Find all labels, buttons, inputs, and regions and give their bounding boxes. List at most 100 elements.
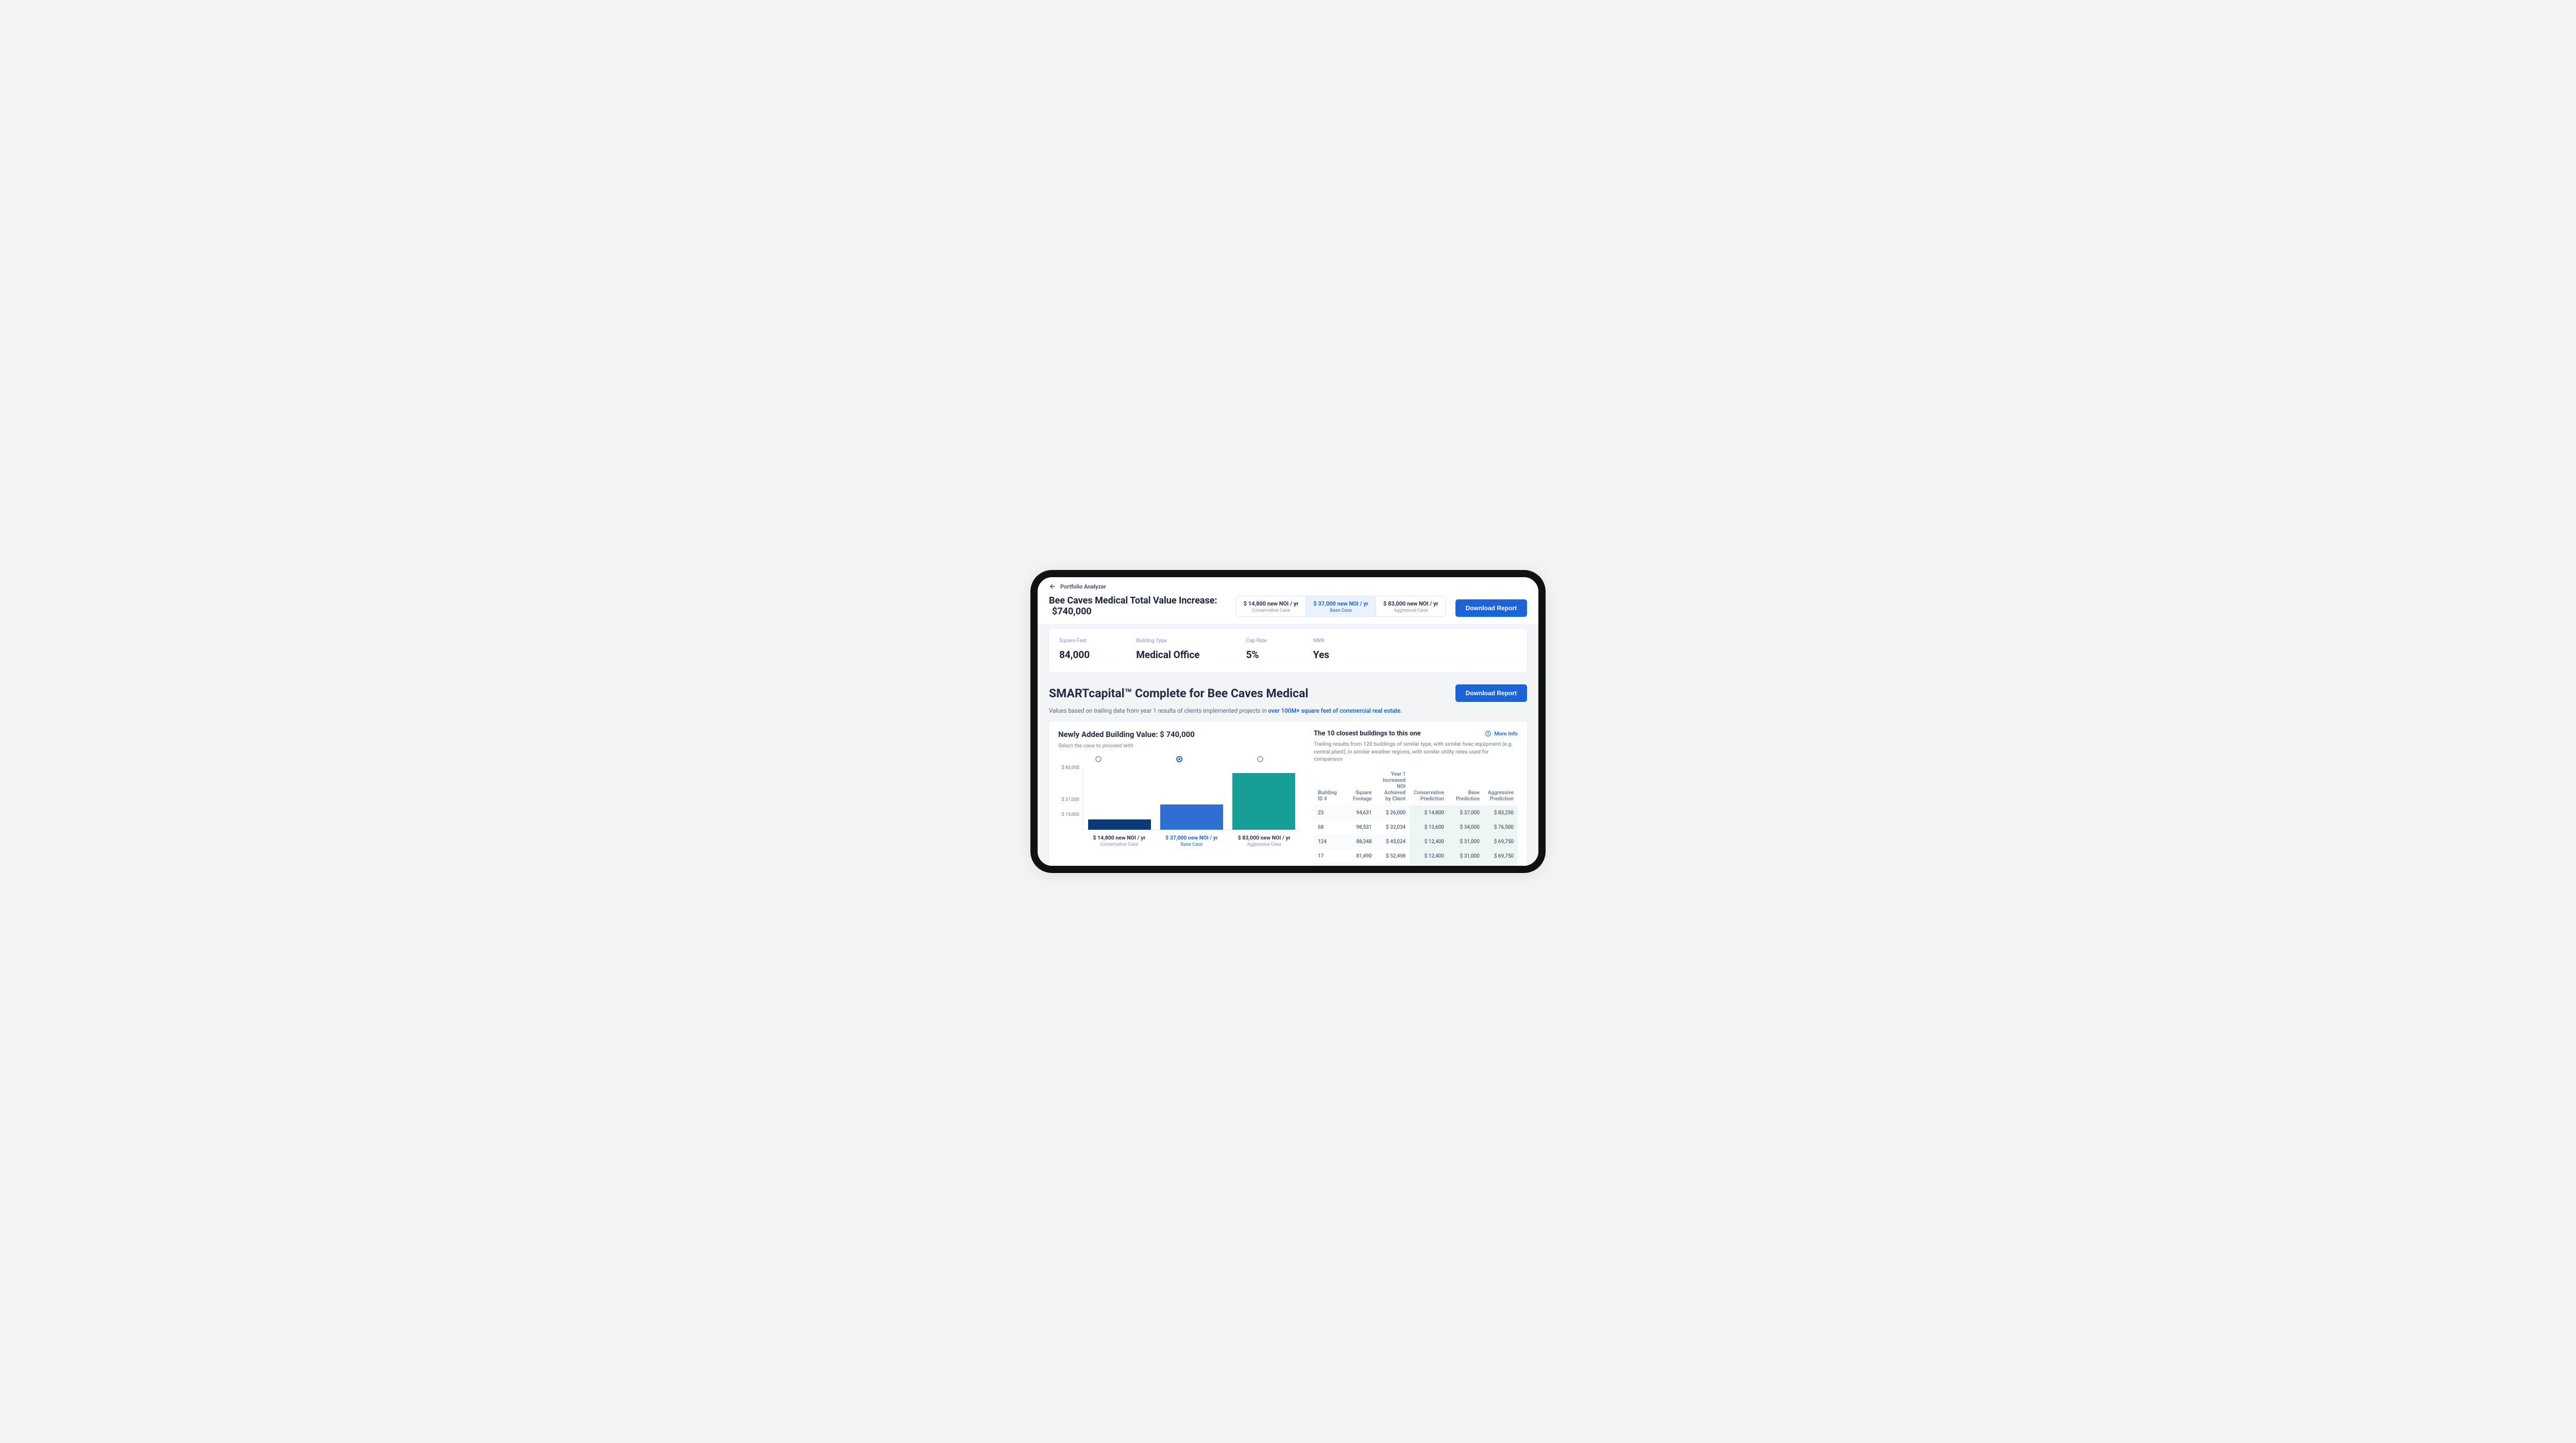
case-label: Aggressive Case xyxy=(1383,608,1438,613)
info-icon xyxy=(1485,730,1492,737)
table-cell: 68 xyxy=(1314,820,1344,835)
subline-text: Values based on trailing data from year … xyxy=(1049,707,1268,714)
table-cell: $ 83,250 xyxy=(1484,806,1518,820)
table-cell: $ 34,000 xyxy=(1448,820,1484,835)
x-label: Base Case xyxy=(1156,842,1228,847)
chart-bar-0[interactable] xyxy=(1088,819,1151,830)
table-row: 1781,490$ 52,498$ 12,400$ 31,000$ 69,750 xyxy=(1314,849,1518,864)
table-cell: $ 14,800 xyxy=(1410,806,1448,820)
case-radio-1[interactable] xyxy=(1176,756,1182,762)
table-panel: The 10 closest buildings to this one Mor… xyxy=(1314,730,1518,866)
case-label: Base Case xyxy=(1313,608,1368,613)
x-label: Aggressive Case xyxy=(1228,842,1300,847)
table-cell: $ 69,750 xyxy=(1484,849,1518,864)
table-cell: 81,490 xyxy=(1344,849,1376,864)
case-radio-2[interactable] xyxy=(1257,756,1263,762)
radio-cell xyxy=(1139,756,1220,762)
more-info-link[interactable]: More Info xyxy=(1485,730,1518,737)
subline-link[interactable]: over 100M+ square feet of commercial rea… xyxy=(1268,707,1402,714)
case-noi: $ 37,000 new NOI / yr xyxy=(1313,600,1368,607)
col-header: AggressivePrediction xyxy=(1484,768,1518,806)
app-root: Portfolio Analyzer Bee Caves Medical Tot… xyxy=(1038,577,1538,866)
table-cell: $ 52,498 xyxy=(1376,849,1410,864)
case-tab-0[interactable]: $ 14,800 new NOI / yrConservative Case xyxy=(1236,596,1306,616)
fact-value: Yes xyxy=(1313,649,1329,661)
table-cell: $ 12,400 xyxy=(1410,849,1448,864)
table-cell: 98,531 xyxy=(1344,820,1376,835)
table-row: 2394,631$ 26,000$ 14,800$ 37,000$ 83,250 xyxy=(1314,806,1518,820)
table-header-row: The 10 closest buildings to this one Mor… xyxy=(1314,730,1518,737)
x-category-1[interactable]: $ 37,000 new NOI / yrBase Case xyxy=(1156,834,1228,847)
table-cell: $ 37,000 xyxy=(1448,806,1484,820)
fact-value: Medical Office xyxy=(1136,649,1199,661)
x-category-2[interactable]: $ 83,000 new NOI / yrAggressive Case xyxy=(1228,834,1300,847)
y-tick: $ 15,000 xyxy=(1062,812,1079,817)
section-subline: Values based on trailing data from year … xyxy=(1049,707,1527,714)
table-cell: 17 xyxy=(1314,849,1344,864)
back-link[interactable]: Portfolio Analyzer xyxy=(1049,583,1106,590)
table-heading: The 10 closest buildings to this one xyxy=(1314,730,1421,737)
case-noi: $ 83,000 new NOI / yr xyxy=(1383,600,1438,607)
y-tick: $ 37,000 xyxy=(1062,797,1079,802)
table-cell: $ 32,034 xyxy=(1376,820,1410,835)
x-category-0[interactable]: $ 14,800 new NOI / yrConservative Case xyxy=(1083,834,1156,847)
x-noi: $ 83,000 new NOI / yr xyxy=(1228,834,1300,841)
chart-panel: Newly Added Building Value: $ 740,000 Se… xyxy=(1058,730,1300,866)
header-bar: Portfolio Analyzer Bee Caves Medical Tot… xyxy=(1038,577,1538,625)
fact-item: Building Type Medical Office xyxy=(1136,638,1199,661)
comparison-table: Building ID #Square FootageYear 1 Increa… xyxy=(1314,768,1518,866)
chart-bar-2[interactable] xyxy=(1232,773,1295,830)
x-noi: $ 37,000 new NOI / yr xyxy=(1156,834,1228,841)
fact-label: Cap Rate xyxy=(1246,638,1267,644)
case-radio-0[interactable] xyxy=(1095,756,1101,762)
analysis-panel: Newly Added Building Value: $ 740,000 Se… xyxy=(1049,722,1527,866)
fact-item: NNN Yes xyxy=(1313,638,1329,661)
table-cell: 124 xyxy=(1314,835,1344,849)
col-header: Building ID # xyxy=(1314,768,1344,806)
chart-x-categories: $ 14,800 new NOI / yrConservative Case$ … xyxy=(1083,834,1300,847)
page-body: Square Feet 84,000 Building Type Medical Of… xyxy=(1038,625,1538,866)
table-cell: $ 13,600 xyxy=(1410,820,1448,835)
header-left: Portfolio Analyzer Bee Caves Medical Tot… xyxy=(1049,582,1227,617)
device-frame: Portfolio Analyzer Bee Caves Medical Tot… xyxy=(1030,570,1546,873)
chart-bar-1[interactable] xyxy=(1160,804,1223,830)
table-body: 2394,631$ 26,000$ 14,800$ 37,000$ 83,250… xyxy=(1314,806,1518,866)
table-cell: $ 31,000 xyxy=(1448,849,1484,864)
fact-label: Square Feet xyxy=(1059,638,1090,644)
title-prefix: Bee Caves Medical Total Value Increase: xyxy=(1049,595,1217,606)
table-row: 12488,348$ 45,024$ 12,400$ 31,000$ 69,75… xyxy=(1314,835,1518,849)
section-heading: SMARTcapital™ Complete for Bee Caves Med… xyxy=(1049,686,1309,700)
table-cell: 77,263 xyxy=(1344,864,1376,866)
radio-cell xyxy=(1058,756,1139,762)
table-cell: $ 26,000 xyxy=(1376,806,1410,820)
fact-label: Building Type xyxy=(1136,638,1199,644)
col-header: Square Footage xyxy=(1344,768,1376,806)
table-cell: $ 45,024 xyxy=(1376,835,1410,849)
chart-hint: Select the case to proceed with xyxy=(1058,742,1300,749)
download-report-button-2[interactable]: Download Report xyxy=(1455,684,1527,702)
y-tick: $ 83,000 xyxy=(1062,765,1079,770)
table-cell: 66 xyxy=(1314,864,1344,866)
x-noi: $ 14,800 new NOI / yr xyxy=(1083,834,1156,841)
table-description: Trailing results from 120 buildings of s… xyxy=(1314,741,1518,763)
page-title: Bee Caves Medical Total Value Increase: … xyxy=(1049,595,1227,617)
table-cell: $ 11,200 xyxy=(1410,864,1448,866)
back-label: Portfolio Analyzer xyxy=(1060,583,1106,590)
download-report-button[interactable]: Download Report xyxy=(1455,599,1527,617)
arrow-left-icon xyxy=(1049,583,1056,590)
fact-item: Cap Rate5% xyxy=(1246,638,1267,661)
table-head-row: Building ID #Square FootageYear 1 Increa… xyxy=(1314,768,1518,806)
case-tab-1[interactable]: $ 37,000 new NOI / yrBase Case xyxy=(1306,596,1376,616)
more-info-label: More Info xyxy=(1494,730,1518,737)
case-tab-2[interactable]: $ 83,000 new NOI / yrAggressive Case xyxy=(1376,596,1446,616)
fact-value: 84,000 xyxy=(1059,649,1090,661)
table-cell: 23 xyxy=(1314,806,1344,820)
fact-label: NNN xyxy=(1313,638,1329,644)
table-cell: $ 36,263 xyxy=(1376,864,1410,866)
table-cell: $ 76,500 xyxy=(1484,820,1518,835)
table-row: 6898,531$ 32,034$ 13,600$ 34,000$ 76,500 xyxy=(1314,820,1518,835)
col-header: Base Prediction xyxy=(1448,768,1484,806)
x-label: Conservative Case xyxy=(1083,842,1156,847)
col-header: ConservativePrediction xyxy=(1410,768,1448,806)
title-amount: $740,000 xyxy=(1052,606,1092,617)
